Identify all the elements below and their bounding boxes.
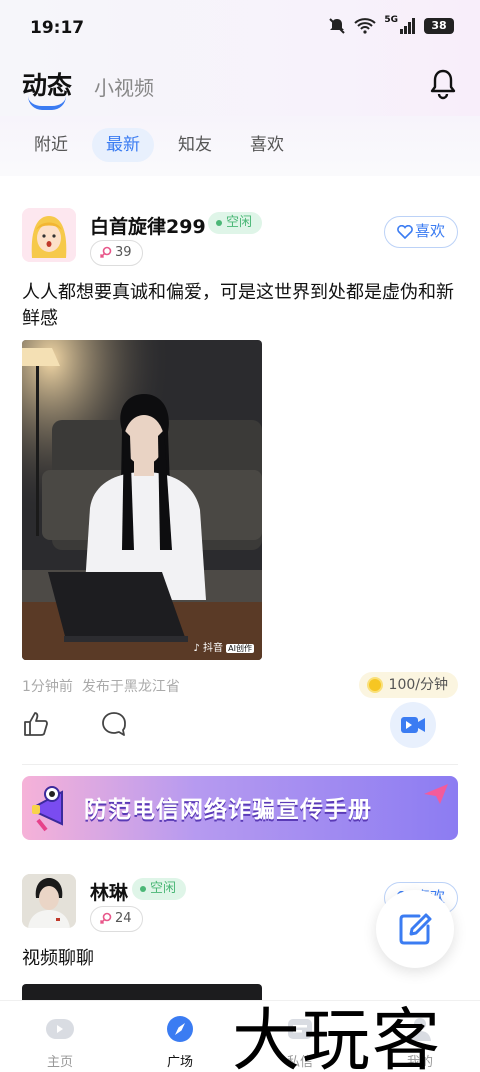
post-username[interactable]: 白首旋律299 [90, 212, 206, 239]
signal-icon [400, 18, 415, 34]
banner-text: 防范电信网络诈骗宣传手册 [84, 797, 372, 823]
post-meta: 1分钟前 发布于黑龙江省 [22, 679, 180, 695]
post-username[interactable]: 林琳 [90, 878, 128, 905]
tab-home[interactable]: 主页 [0, 1001, 120, 1072]
status-badge: 空闲 [132, 878, 187, 900]
female-icon [99, 246, 112, 259]
tab-short-video[interactable]: 小视频 [94, 72, 154, 101]
anti-fraud-banner[interactable]: 防范电信网络诈骗宣传手册 [22, 776, 458, 840]
tab-square[interactable]: 广场 [120, 1001, 240, 1072]
mute-icon [329, 18, 346, 34]
avatar[interactable] [22, 874, 76, 928]
tab-label: 主页 [46, 1055, 73, 1070]
edit-icon [399, 913, 432, 945]
active-tab-indicator [28, 96, 66, 110]
feed[interactable]: 白首旋律299 空闲 39 喜欢 人人都想要真诚和偏爱，可是这世界到处都是虚伪和… [0, 176, 480, 1000]
age-value: 24 [115, 911, 132, 926]
age-badge: 24 [90, 906, 143, 932]
post-image[interactable] [22, 984, 262, 1000]
image-watermark: ♪ 抖音 AI创作 [193, 643, 254, 654]
age-badge: 39 [90, 240, 143, 266]
female-icon [99, 912, 112, 925]
wifi-icon [354, 18, 377, 34]
divider [22, 764, 458, 765]
video-call-button[interactable] [390, 702, 436, 748]
filter-friends[interactable]: 知友 [166, 128, 224, 162]
paper-plane-icon [424, 784, 448, 804]
filter-nearby[interactable]: 附近 [22, 128, 80, 162]
filter-likes[interactable]: 喜欢 [238, 128, 296, 162]
home-icon [46, 1019, 74, 1039]
video-camera-icon [401, 717, 425, 733]
header: 动态 小视频 [0, 56, 480, 116]
status-icons: 5G 38 [328, 15, 454, 35]
megaphone-icon [32, 786, 63, 832]
compass-icon [167, 1016, 193, 1042]
thumbs-up-icon[interactable] [22, 710, 50, 738]
compose-button[interactable] [376, 890, 454, 968]
price-badge: 100/分钟 [358, 672, 458, 698]
status-badge: 空闲 [208, 212, 263, 234]
network-label: 5G [384, 15, 398, 25]
filter-latest[interactable]: 最新 [92, 128, 154, 162]
status-bar: 19:17 5G 38 [0, 0, 480, 56]
post-text: 人人都想要真诚和偏爱，可是这世界到处都是虚伪和新鲜感 [22, 282, 454, 329]
age-value: 39 [115, 245, 132, 260]
status-time: 19:17 [30, 18, 85, 38]
site-watermark: 大玩客 [232, 1002, 443, 1072]
coin-icon [366, 677, 383, 693]
battery-icon: 38 [424, 18, 454, 34]
comment-icon[interactable] [100, 710, 128, 738]
filter-bar: 附近 最新 知友 喜欢 [0, 116, 480, 176]
heart-icon [397, 225, 413, 239]
avatar[interactable] [22, 208, 76, 262]
post-image[interactable]: ♪ 抖音 AI创作 [22, 340, 262, 660]
tab-label: 广场 [166, 1055, 193, 1070]
like-label: 喜欢 [414, 222, 445, 240]
price-value: 100/分钟 [388, 677, 448, 693]
bell-icon[interactable] [428, 68, 458, 100]
like-button[interactable]: 喜欢 [384, 216, 458, 248]
